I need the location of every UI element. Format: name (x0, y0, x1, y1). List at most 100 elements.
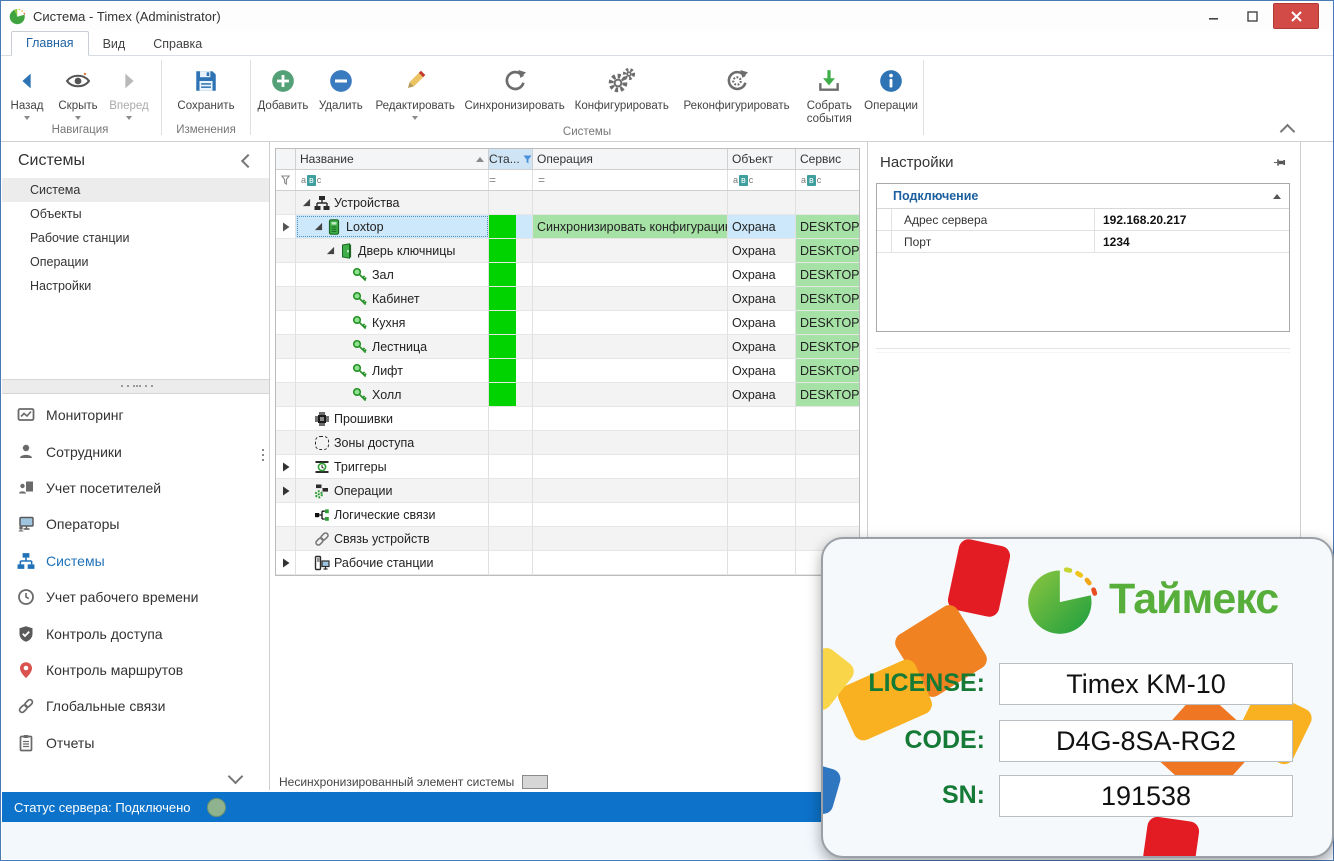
column-header-service[interactable]: Сервис (796, 149, 859, 169)
filter-cell-service[interactable]: авс (796, 170, 859, 190)
column-header-status[interactable]: Ста... (489, 149, 533, 169)
sidebar-item-operations[interactable]: Операции (2, 250, 269, 274)
expander-collapsed-icon[interactable] (276, 479, 296, 502)
prop-value-port[interactable]: 1234 (1095, 235, 1130, 249)
download-tray-icon (816, 64, 842, 98)
operations-button[interactable]: Операции (861, 60, 921, 113)
hide-button[interactable]: Скрыть (53, 60, 103, 120)
category-row-connection[interactable]: Подключение (877, 184, 1289, 209)
edit-filter-icon[interactable] (276, 170, 296, 190)
property-row[interactable]: Порт 1234 (877, 231, 1289, 253)
table-row[interactable]: Триггеры (276, 455, 859, 479)
expander-collapsed-icon[interactable] (276, 455, 296, 478)
status-green-indicator (489, 239, 516, 262)
table-row[interactable]: Дверь ключницы Охрана DESKTOP-... (276, 239, 859, 263)
license-card: Таймекс LICENSE: Timex KM-10 CODE: D4G-8… (821, 537, 1334, 858)
table-row[interactable]: Лестница ОхранаDESKTOP-... (276, 335, 859, 359)
splitter-drag-handle[interactable] (262, 449, 264, 451)
table-row[interactable]: Устройства (276, 191, 859, 215)
collect-events-button[interactable]: Собрать события (797, 60, 861, 126)
collapse-category-icon[interactable] (1273, 194, 1281, 199)
reconfigure-button[interactable]: Реконфигурировать (676, 60, 798, 113)
close-button[interactable] (1273, 3, 1319, 29)
maximize-button[interactable] (1235, 5, 1269, 27)
operations-gear-icon (313, 483, 331, 499)
forward-button[interactable]: Вперед (103, 60, 155, 120)
expander-expanded-icon[interactable] (300, 198, 313, 207)
filter-cell-name[interactable]: авс (296, 170, 489, 190)
table-row[interactable]: Кухня ОхранаDESKTOP-... (276, 311, 859, 335)
table-row[interactable]: Логические связи (276, 503, 859, 527)
panel-divider (876, 348, 1290, 353)
property-row[interactable]: Адрес сервера 192.168.20.217 (877, 209, 1289, 231)
module-access-control[interactable]: Контроль доступа (2, 615, 269, 651)
sidebar-header: Системы (2, 142, 269, 178)
pin-icon[interactable] (1273, 156, 1286, 169)
table-row-selected[interactable]: Loxtop Синхронизировать конфигурацию Охр… (276, 215, 859, 239)
module-visitors[interactable]: Учет посетителей (2, 470, 269, 506)
prop-value-server-address[interactable]: 192.168.20.217 (1095, 213, 1186, 227)
sidebar-splitter[interactable] (2, 379, 269, 394)
module-monitoring[interactable]: Мониторинг (2, 397, 269, 433)
sidebar-item-system[interactable]: Система (2, 178, 269, 202)
back-button[interactable]: Назад (1, 60, 53, 120)
filter-cell-operation[interactable]: = (533, 170, 728, 190)
edit-button[interactable]: Редактировать (369, 60, 462, 120)
column-header-object[interactable]: Объект (728, 149, 796, 169)
dropdown-caret-icon (75, 116, 81, 120)
ribbon-separator (923, 60, 924, 135)
code-value-box: D4G-8SA-RG2 (999, 720, 1293, 762)
module-time-tracking[interactable]: Учет рабочего времени (2, 579, 269, 615)
table-row[interactable]: Зал ОхранаDESKTOP-... (276, 263, 859, 287)
table-row[interactable]: Прошивки (276, 407, 859, 431)
expander-expanded-icon[interactable] (324, 246, 337, 255)
person-icon (16, 443, 36, 461)
prop-label-port: Порт (892, 231, 1095, 252)
sidebar-overflow-chevron-icon[interactable] (228, 769, 244, 785)
tab-home[interactable]: Главная (11, 31, 89, 56)
add-button[interactable]: Добавить (253, 60, 313, 113)
filter-cell-object[interactable]: авс (728, 170, 796, 190)
column-header-name[interactable]: Название (296, 149, 489, 169)
module-global-links[interactable]: Глобальные связи (2, 688, 269, 724)
expander-collapsed-icon[interactable] (276, 551, 296, 574)
delete-button[interactable]: Удалить (313, 60, 369, 113)
key-icon (351, 339, 369, 355)
clipboard-icon (16, 734, 36, 752)
sidebar-item-objects[interactable]: Объекты (2, 202, 269, 226)
ribbon-separator (250, 60, 251, 135)
timex-logo-icon (1025, 561, 1101, 637)
configure-button[interactable]: Конфигурировать (568, 60, 676, 113)
module-reports[interactable]: Отчеты (2, 725, 269, 761)
server-status-text: Статус сервера: Подключено (14, 800, 191, 815)
table-row[interactable]: Кабинет ОхранаDESKTOP-... (276, 287, 859, 311)
synchronize-button[interactable]: Синхронизировать (462, 60, 568, 113)
table-row[interactable]: Операции (276, 479, 859, 503)
group-caption: Системы (253, 126, 921, 141)
sidebar-item-workstations[interactable]: Рабочие станции (2, 226, 269, 250)
collapse-left-chevron-icon[interactable] (241, 154, 255, 168)
minimize-button[interactable] (1197, 5, 1231, 27)
info-icon (878, 64, 904, 98)
column-header-operation[interactable]: Операция (533, 149, 728, 169)
table-row[interactable]: Зоны доступа (276, 431, 859, 455)
filter-cell-status[interactable]: = (489, 170, 533, 190)
tab-view[interactable]: Вид (89, 33, 140, 56)
table-row[interactable]: Связь устройств (276, 527, 859, 551)
module-systems[interactable]: Системы (2, 543, 269, 579)
module-employees[interactable]: Сотрудники (2, 433, 269, 469)
brand-name: Таймекс (1109, 575, 1278, 624)
table-row[interactable]: Холл ОхранаDESKTOP-... (276, 383, 859, 407)
table-row[interactable]: Лифт ОхранаDESKTOP-... (276, 359, 859, 383)
clock-icon (16, 588, 36, 606)
save-button[interactable]: Сохранить (166, 60, 246, 113)
status-green-indicator (489, 311, 516, 334)
table-row[interactable]: Рабочие станции (276, 551, 859, 575)
ribbon-separator (161, 60, 162, 135)
expander-expanded-icon[interactable] (312, 222, 325, 231)
sidebar-item-settings[interactable]: Настройки (2, 274, 269, 298)
tab-help[interactable]: Справка (139, 33, 216, 56)
module-route-control[interactable]: Контроль маршрутов (2, 652, 269, 688)
gears-icon (607, 64, 637, 98)
module-operators[interactable]: Операторы (2, 506, 269, 542)
